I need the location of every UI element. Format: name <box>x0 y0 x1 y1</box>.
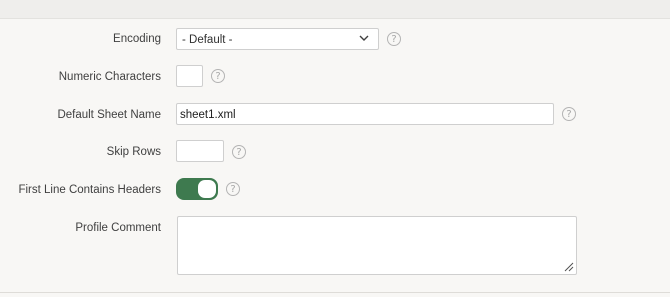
first-line-headers-row: First Line Contains Headers ? <box>0 178 670 200</box>
encoding-row: Encoding - Default - ? <box>0 28 670 50</box>
encoding-select[interactable]: - Default - <box>176 28 379 50</box>
section-bottom-divider <box>0 292 670 293</box>
default-sheet-name-input[interactable]: sheet1.xml <box>176 103 554 125</box>
toggle-knob <box>198 180 216 198</box>
first-line-headers-label: First Line Contains Headers <box>18 184 161 196</box>
first-line-headers-help-icon[interactable]: ? <box>226 182 240 196</box>
default-sheet-name-row: Default Sheet Name sheet1.xml ? <box>0 103 670 125</box>
skip-rows-input[interactable] <box>176 140 224 162</box>
default-sheet-name-help-icon[interactable]: ? <box>562 107 576 121</box>
numeric-characters-input[interactable] <box>176 65 203 87</box>
encoding-selected-value: - Default - <box>182 34 233 46</box>
profile-comment-row: Profile Comment <box>0 216 670 276</box>
encoding-label: Encoding <box>113 33 161 45</box>
default-sheet-name-value: sheet1.xml <box>180 109 236 121</box>
skip-rows-help-icon[interactable]: ? <box>232 145 246 159</box>
first-line-headers-toggle[interactable] <box>176 178 218 200</box>
skip-rows-label: Skip Rows <box>106 146 161 158</box>
profile-comment-textarea[interactable] <box>177 216 577 275</box>
chevron-down-icon <box>359 35 369 41</box>
encoding-help-icon[interactable]: ? <box>387 32 401 46</box>
numeric-characters-row: Numeric Characters ? <box>0 65 670 87</box>
profile-comment-label: Profile Comment <box>75 222 161 234</box>
top-bar <box>0 0 670 19</box>
numeric-characters-label: Numeric Characters <box>58 71 161 83</box>
numeric-characters-help-icon[interactable]: ? <box>211 69 225 83</box>
resize-grip-icon[interactable] <box>564 262 574 272</box>
skip-rows-row: Skip Rows ? <box>0 140 670 162</box>
default-sheet-name-label: Default Sheet Name <box>57 109 161 121</box>
